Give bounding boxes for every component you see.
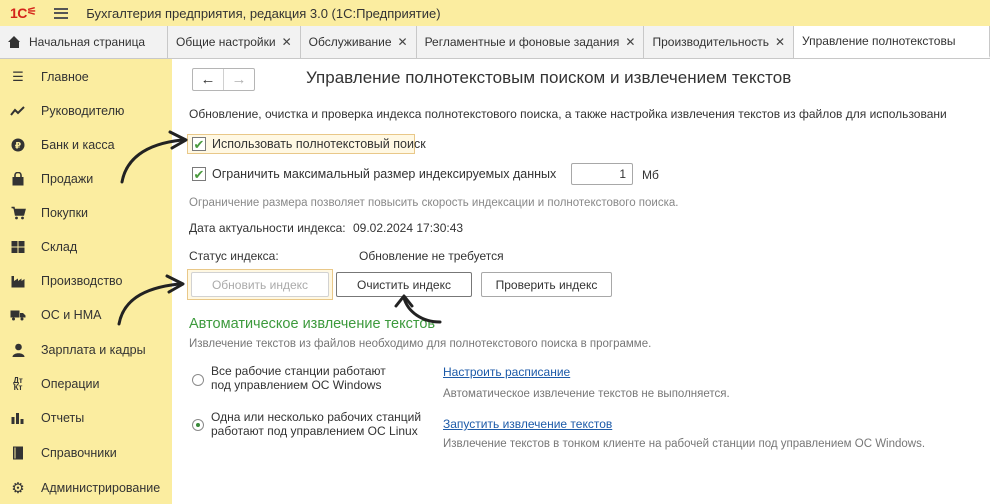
configure-schedule-link[interactable]: Настроить расписание: [443, 365, 570, 379]
sidebar-item-warehouse[interactable]: Склад: [0, 230, 172, 264]
app-title: Бухгалтерия предприятия, редакция 3.0 (1…: [86, 5, 441, 21]
home-icon: [8, 36, 21, 48]
use-fulltext-label: Использовать полнотекстовый поиск: [212, 137, 426, 151]
sidebar-item-administration[interactable]: ⚙ Администрирование: [0, 471, 172, 504]
tab-scheduled-jobs[interactable]: Регламентные и фоновые задания ✕: [416, 26, 645, 58]
main-content: ← → Управление полнотекстовым поиском и …: [172, 59, 990, 504]
radio-linux-label[interactable]: Одна или несколько рабочих станций работ…: [211, 410, 421, 438]
radio-linux-line1: Одна или несколько рабочих станций: [211, 410, 422, 424]
sidebar-item-salary[interactable]: Зарплата и кадры: [0, 333, 172, 367]
page-title: Управление полнотекстовым поиском и извл…: [306, 68, 792, 87]
limit-size-hint: Ограничение размера позволяет повысить с…: [189, 197, 679, 209]
page-description: Обновление, очистка и проверка индекса п…: [189, 107, 947, 121]
sidebar-item-label: ОС и НМА: [41, 308, 102, 322]
radio-linux[interactable]: [192, 419, 204, 431]
book-icon: [10, 445, 26, 461]
warehouse-icon: [10, 239, 26, 255]
windows-option-note: Автоматическое извлечение текстов не вып…: [443, 388, 730, 400]
sidebar-item-label: Администрирование: [41, 481, 161, 495]
sidebar-item-label: Главное: [41, 70, 89, 84]
sidebar-item-label: Производство: [41, 274, 123, 288]
sidebar-item-main[interactable]: ☰ Главное: [0, 60, 172, 94]
max-size-unit: Мб: [642, 168, 659, 182]
ruble-icon: ₽: [10, 137, 26, 153]
max-size-input[interactable]: [571, 163, 633, 185]
limit-size-row[interactable]: ✔ Ограничить максимальный размер индекси…: [192, 167, 556, 181]
tab-label: Управление полнотекстовы: [802, 34, 956, 48]
nav-buttons: ← →: [192, 68, 255, 91]
sidebar-item-label: Покупки: [41, 206, 89, 220]
cart-icon: [10, 205, 26, 221]
gear-icon: ⚙: [11, 480, 25, 497]
check-index-button[interactable]: Проверить индекс: [481, 272, 612, 297]
back-button[interactable]: ←: [193, 69, 223, 90]
tab-label: Производительность: [652, 35, 769, 49]
menu-icon: ☰: [12, 69, 24, 84]
start-extraction-link[interactable]: Запустить извлечение текстов: [443, 417, 612, 431]
close-icon[interactable]: ✕: [625, 35, 635, 49]
tab-home[interactable]: Начальная страница: [0, 26, 168, 58]
sidebar-item-purchases[interactable]: Покупки: [0, 196, 172, 230]
radio-windows-label[interactable]: Все рабочие станции работают под управле…: [211, 364, 386, 392]
index-date-value: 09.02.2024 17:30:43: [352, 221, 464, 235]
sidebar-item-label: Операции: [41, 377, 100, 391]
radio-windows-line1: Все рабочие станции работают: [211, 364, 386, 378]
tab-label: Общие настройки: [176, 35, 276, 49]
dt-kt-icon: Дт Кт: [13, 376, 23, 392]
update-index-button[interactable]: Обновить индекс: [191, 272, 329, 297]
tab-label: Обслуживание: [308, 35, 392, 49]
annotation-arrow-icon: [120, 130, 188, 184]
sidebar-item-label: Продажи: [41, 172, 94, 186]
radio-windows[interactable]: [192, 374, 204, 386]
index-date-label: Дата актуальности индекса:: [189, 221, 346, 235]
bar-chart-icon: [10, 410, 26, 426]
extraction-section-description: Извлечение текстов из файлов необходимо …: [189, 338, 652, 350]
close-icon[interactable]: ✕: [282, 35, 292, 49]
sidebar-item-label: Склад: [41, 240, 78, 254]
close-icon[interactable]: ✕: [398, 35, 408, 49]
person-icon: [10, 342, 26, 358]
factory-icon: [10, 273, 26, 289]
sidebar-item-operations[interactable]: Дт Кт Операции: [0, 367, 172, 401]
radio-linux-line2: работают под управлением ОС Linux: [211, 424, 418, 438]
annotation-arrow-icon: [117, 274, 185, 326]
tab-fulltext-search[interactable]: Управление полнотекстовы: [794, 26, 990, 58]
index-status-value: Обновление не требуется: [359, 249, 504, 263]
tab-label: Начальная страница: [29, 35, 146, 49]
tab-bar: Начальная страница Общие настройки ✕ Обс…: [0, 26, 990, 59]
sidebar-item-label: Руководителю: [41, 104, 125, 118]
truck-icon: [10, 307, 26, 323]
app-logo[interactable]: 1С⚟: [10, 5, 37, 21]
limit-size-label: Ограничить максимальный размер индексиру…: [212, 167, 557, 181]
annotation-arrow-icon: [394, 294, 442, 324]
title-bar: 1С⚟ Бухгалтерия предприятия, редакция 3.…: [0, 0, 990, 26]
bag-icon: [10, 171, 26, 187]
index-status-label: Статус индекса:: [189, 249, 279, 263]
sidebar-item-label: Зарплата и кадры: [41, 343, 146, 357]
tab-general-settings[interactable]: Общие настройки ✕: [168, 26, 301, 58]
tab-label: Регламентные и фоновые задания: [424, 35, 620, 49]
sidebar-item-catalogs[interactable]: Справочники: [0, 436, 172, 470]
sidebar-item-label: Справочники: [41, 446, 117, 460]
close-icon[interactable]: ✕: [775, 35, 785, 49]
main-menu-icon[interactable]: [54, 7, 69, 19]
trend-icon: [10, 103, 26, 119]
forward-button[interactable]: →: [223, 69, 254, 90]
index-date-line: Дата актуальности индекса: 09.02.2024 17…: [189, 221, 463, 235]
sidebar-item-reports[interactable]: Отчеты: [0, 401, 172, 435]
use-fulltext-row[interactable]: ✔ Использовать полнотекстовый поиск: [192, 137, 426, 151]
svg-text:₽: ₽: [15, 142, 21, 152]
tab-performance[interactable]: Производительность ✕: [644, 26, 795, 58]
sidebar-item-manager[interactable]: Руководителю: [0, 94, 172, 128]
radio-windows-line2: под управлением ОС Windows: [211, 378, 382, 392]
sidebar-item-label: Отчеты: [41, 411, 85, 425]
tab-maintenance[interactable]: Обслуживание ✕: [300, 26, 417, 58]
linux-option-note: Извлечение текстов в тонком клиенте на р…: [443, 438, 926, 450]
sidebar-item-label: Банк и касса: [41, 138, 115, 152]
